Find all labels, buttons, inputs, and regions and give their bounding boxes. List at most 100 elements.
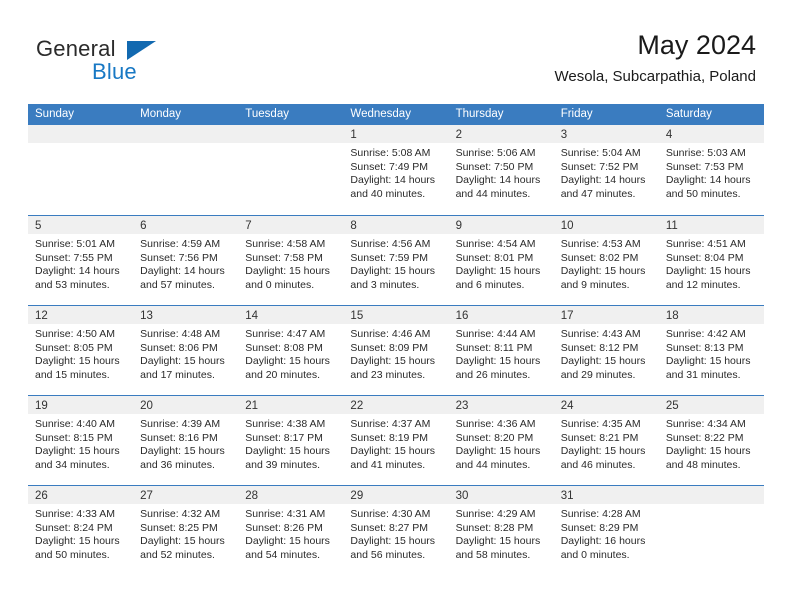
day-number: 25 [665, 400, 679, 412]
sunrise-text: Sunrise: 4:53 AM [560, 238, 641, 250]
daylight-text-line2: and 52 minutes. [140, 548, 215, 561]
day-number-band: 26 [28, 486, 134, 504]
day-cell[interactable]: 14 Sunrise: 4:47 AM Sunset: 8:08 PM Dayl… [238, 306, 344, 395]
daylight-text-line2: and 15 minutes. [35, 368, 110, 381]
daylight-text-line2: and 50 minutes. [35, 548, 110, 561]
day-cell[interactable]: 27 Sunrise: 4:32 AM Sunset: 8:25 PM Dayl… [133, 486, 239, 575]
day-number-band: 11 [658, 216, 764, 234]
sunrise-text: Sunrise: 5:04 AM [560, 147, 641, 159]
day-cell[interactable] [133, 125, 239, 215]
day-cell[interactable]: 8 Sunrise: 4:56 AM Sunset: 7:59 PM Dayli… [343, 216, 449, 305]
daylight-text-line2: and 41 minutes. [350, 458, 426, 471]
daylight-text-line1: Daylight: 15 hours [245, 355, 330, 368]
sunset-text: Sunset: 8:28 PM [455, 521, 534, 534]
day-cell[interactable]: 22 Sunrise: 4:37 AM Sunset: 8:19 PM Dayl… [343, 396, 449, 485]
day-details: Sunrise: 4:35 AM Sunset: 8:21 PM Dayligh… [554, 414, 659, 472]
day-number-band: 5 [28, 216, 134, 234]
day-cell[interactable]: 20 Sunrise: 4:39 AM Sunset: 8:16 PM Dayl… [133, 396, 239, 485]
day-cell[interactable]: 15 Sunrise: 4:46 AM Sunset: 8:09 PM Dayl… [343, 306, 449, 395]
day-cell[interactable] [658, 486, 764, 575]
day-number: 15 [350, 310, 364, 322]
day-cell[interactable]: 2 Sunrise: 5:06 AM Sunset: 7:50 PM Dayli… [448, 125, 554, 215]
day-cell[interactable]: 12 Sunrise: 4:50 AM Sunset: 8:05 PM Dayl… [28, 306, 134, 395]
day-cell[interactable]: 5 Sunrise: 5:01 AM Sunset: 7:55 PM Dayli… [28, 216, 134, 305]
day-cell[interactable]: 19 Sunrise: 4:40 AM Sunset: 8:15 PM Dayl… [28, 396, 134, 485]
day-cell[interactable]: 29 Sunrise: 4:30 AM Sunset: 8:27 PM Dayl… [343, 486, 449, 575]
weekday-header-friday: Friday [560, 108, 593, 120]
sunset-text: Sunset: 8:15 PM [35, 431, 113, 444]
sunrise-text: Sunrise: 4:59 AM [140, 238, 221, 250]
day-cell[interactable]: 4 Sunrise: 5:03 AM Sunset: 7:53 PM Dayli… [658, 125, 764, 215]
daylight-text-line1: Daylight: 15 hours [35, 355, 120, 368]
day-number-band: 20 [133, 396, 239, 414]
day-cell[interactable]: 1 Sunrise: 5:08 AM Sunset: 7:49 PM Dayli… [343, 125, 449, 215]
sunrise-text: Sunrise: 4:40 AM [35, 418, 115, 430]
sunrise-text: Sunrise: 4:48 AM [140, 328, 221, 340]
day-cell[interactable]: 17 Sunrise: 4:43 AM Sunset: 8:12 PM Dayl… [553, 306, 659, 395]
sunset-text: Sunset: 7:49 PM [350, 160, 429, 173]
day-cell[interactable]: 21 Sunrise: 4:38 AM Sunset: 8:17 PM Dayl… [238, 396, 344, 485]
day-cell[interactable]: 6 Sunrise: 4:59 AM Sunset: 7:56 PM Dayli… [133, 216, 239, 305]
day-cell[interactable]: 26 Sunrise: 4:33 AM Sunset: 8:24 PM Dayl… [28, 486, 134, 575]
daylight-text-line2: and 31 minutes. [665, 368, 741, 381]
day-number-band: 9 [448, 216, 554, 234]
day-number-band: 30 [448, 486, 554, 504]
daylight-text-line1: Daylight: 15 hours [455, 445, 541, 458]
day-cell[interactable]: 13 Sunrise: 4:48 AM Sunset: 8:06 PM Dayl… [133, 306, 239, 395]
daylight-text-line2: and 47 minutes. [560, 187, 636, 200]
sunrise-text: Sunrise: 4:33 AM [35, 508, 115, 520]
day-cell[interactable]: 24 Sunrise: 4:35 AM Sunset: 8:21 PM Dayl… [553, 396, 659, 485]
day-details: Sunrise: 4:37 AM Sunset: 8:19 PM Dayligh… [343, 414, 448, 472]
day-cell[interactable]: 30 Sunrise: 4:29 AM Sunset: 8:28 PM Dayl… [448, 486, 554, 575]
day-details [28, 143, 133, 147]
day-details: Sunrise: 4:29 AM Sunset: 8:28 PM Dayligh… [449, 504, 554, 562]
daylight-text-line2: and 20 minutes. [245, 368, 320, 381]
day-cell[interactable]: 3 Sunrise: 5:04 AM Sunset: 7:52 PM Dayli… [553, 125, 659, 215]
day-number: 28 [245, 490, 259, 502]
daylight-text-line2: and 57 minutes. [140, 278, 215, 291]
day-number: 18 [665, 310, 679, 322]
sunrise-text: Sunrise: 4:46 AM [350, 328, 431, 340]
daylight-text-line2: and 3 minutes. [350, 278, 420, 291]
day-details: Sunrise: 4:48 AM Sunset: 8:06 PM Dayligh… [133, 324, 238, 382]
day-cell[interactable]: 18 Sunrise: 4:42 AM Sunset: 8:13 PM Dayl… [658, 306, 764, 395]
day-number: 17 [560, 310, 574, 322]
day-details: Sunrise: 4:53 AM Sunset: 8:02 PM Dayligh… [554, 234, 659, 292]
day-number-band: 24 [553, 396, 659, 414]
sunrise-text: Sunrise: 4:58 AM [245, 238, 326, 250]
day-cell[interactable]: 23 Sunrise: 4:36 AM Sunset: 8:20 PM Dayl… [448, 396, 554, 485]
day-number: 6 [140, 220, 147, 232]
daylight-text-line2: and 56 minutes. [350, 548, 426, 561]
day-cell[interactable]: 31 Sunrise: 4:28 AM Sunset: 8:29 PM Dayl… [553, 486, 659, 575]
day-cell[interactable]: 10 Sunrise: 4:53 AM Sunset: 8:02 PM Dayl… [553, 216, 659, 305]
day-cell[interactable] [28, 125, 134, 215]
day-number: 5 [35, 220, 42, 232]
sunset-text: Sunset: 7:53 PM [665, 160, 744, 173]
sunrise-text: Sunrise: 4:54 AM [455, 238, 536, 250]
day-details: Sunrise: 4:30 AM Sunset: 8:27 PM Dayligh… [343, 504, 448, 562]
day-cell[interactable]: 25 Sunrise: 4:34 AM Sunset: 8:22 PM Dayl… [658, 396, 764, 485]
day-cell[interactable]: 7 Sunrise: 4:58 AM Sunset: 7:58 PM Dayli… [238, 216, 344, 305]
day-details: Sunrise: 4:28 AM Sunset: 8:29 PM Dayligh… [554, 504, 659, 562]
day-cell[interactable]: 16 Sunrise: 4:44 AM Sunset: 8:11 PM Dayl… [448, 306, 554, 395]
day-cell[interactable] [238, 125, 344, 215]
day-details: Sunrise: 4:59 AM Sunset: 7:56 PM Dayligh… [133, 234, 238, 292]
day-details: Sunrise: 4:38 AM Sunset: 8:17 PM Dayligh… [238, 414, 343, 472]
daylight-text-line2: and 48 minutes. [665, 458, 741, 471]
sunset-text: Sunset: 8:04 PM [665, 251, 744, 264]
day-cell[interactable]: 28 Sunrise: 4:31 AM Sunset: 8:26 PM Dayl… [238, 486, 344, 575]
daylight-text-line2: and 12 minutes. [665, 278, 741, 291]
sunrise-text: Sunrise: 4:47 AM [245, 328, 326, 340]
day-number: 27 [140, 490, 153, 502]
day-number-band [133, 125, 239, 143]
sunset-text: Sunset: 8:02 PM [560, 251, 639, 264]
day-details: Sunrise: 4:58 AM Sunset: 7:58 PM Dayligh… [238, 234, 343, 292]
daylight-text-line1: Daylight: 15 hours [245, 535, 330, 548]
sunrise-text: Sunrise: 5:03 AM [665, 147, 746, 159]
day-cell[interactable]: 9 Sunrise: 4:54 AM Sunset: 8:01 PM Dayli… [448, 216, 554, 305]
sunset-text: Sunset: 8:19 PM [350, 431, 429, 444]
sunrise-text: Sunrise: 4:36 AM [455, 418, 536, 430]
daylight-text-line1: Daylight: 14 hours [140, 265, 225, 278]
daylight-text-line1: Daylight: 15 hours [350, 535, 436, 548]
day-cell[interactable]: 11 Sunrise: 4:51 AM Sunset: 8:04 PM Dayl… [658, 216, 764, 305]
